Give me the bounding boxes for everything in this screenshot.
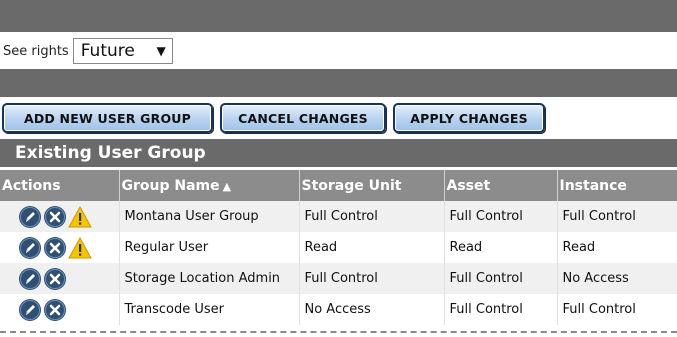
column-header-asset: Asset [444, 170, 558, 201]
rights-select[interactable]: Future ▼ [72, 38, 173, 64]
pencil-icon[interactable] [18, 205, 42, 229]
add-new-user-group-button[interactable]: ADD NEW USER GROUP [2, 103, 213, 133]
storage-unit-cell: Full Control [299, 201, 445, 232]
user-group-table: Actions Group Name ▲ Storage Unit Asset I… [0, 170, 677, 325]
group-name-cell: Transcode User [119, 294, 300, 325]
top-bar [0, 0, 677, 32]
close-icon[interactable] [43, 298, 67, 322]
action-icons [18, 205, 118, 229]
asset-cell: Full Control [444, 294, 558, 325]
pencil-icon[interactable] [18, 298, 42, 322]
close-icon[interactable] [43, 267, 67, 291]
apply-changes-button[interactable]: APPLY CHANGES [393, 103, 545, 133]
close-icon[interactable] [43, 205, 67, 229]
column-header-group-name-label: Group Name [121, 177, 220, 194]
group-name-cell: Storage Location Admin [119, 263, 300, 294]
asset-cell: Full Control [444, 263, 558, 294]
pencil-icon[interactable] [18, 267, 42, 291]
toolbar-bar [0, 69, 677, 97]
actions-cell [0, 294, 120, 325]
storage-unit-cell: No Access [299, 294, 445, 325]
warning-icon [68, 205, 92, 229]
chevron-down-icon: ▼ [156, 44, 166, 58]
instance-cell: Full Control [557, 201, 677, 232]
group-name-cell: Montana User Group [119, 201, 300, 232]
table-row: Montana User Group Full Control Full Contr… [0, 201, 677, 232]
asset-cell: Read [444, 232, 558, 263]
pencil-icon[interactable] [18, 236, 42, 260]
column-header-actions: Actions [0, 170, 120, 201]
dashed-divider [0, 331, 677, 333]
table-row: Transcode User No Access Full Control Full … [0, 294, 677, 325]
column-header-group-name[interactable]: Group Name ▲ [119, 170, 300, 201]
warning-icon [68, 236, 92, 260]
action-icons [18, 236, 118, 260]
action-icons [18, 267, 118, 291]
action-icons [18, 298, 118, 322]
actions-cell [0, 201, 120, 232]
table-row: Storage Location Admin Full Control Full C… [0, 263, 677, 294]
see-rights-label: See rights [3, 43, 69, 59]
column-header-storage-unit: Storage Unit [299, 170, 445, 201]
cancel-changes-button[interactable]: CANCEL CHANGES [220, 103, 386, 133]
button-row: ADD NEW USER GROUP CANCEL CHANGES APPLY … [2, 103, 545, 133]
table-row: Regular User Read Read Read [0, 232, 677, 263]
rights-row: See rights Future ▼ [0, 34, 677, 68]
instance-cell: Read [557, 232, 677, 263]
storage-unit-cell: Read [299, 232, 445, 263]
sort-ascending-icon: ▲ [222, 179, 232, 193]
asset-cell: Full Control [444, 201, 558, 232]
close-icon[interactable] [43, 236, 67, 260]
actions-cell [0, 232, 120, 263]
instance-cell: No Access [557, 263, 677, 294]
section-title: Existing User Group [0, 139, 677, 167]
instance-cell: Full Control [557, 294, 677, 325]
actions-cell [0, 263, 120, 294]
group-name-cell: Regular User [119, 232, 300, 263]
table-header-row: Actions Group Name ▲ Storage Unit Asset I… [0, 170, 677, 201]
column-header-instance: Instance [557, 170, 677, 201]
storage-unit-cell: Full Control [299, 263, 445, 294]
rights-select-value: Future [80, 41, 135, 61]
